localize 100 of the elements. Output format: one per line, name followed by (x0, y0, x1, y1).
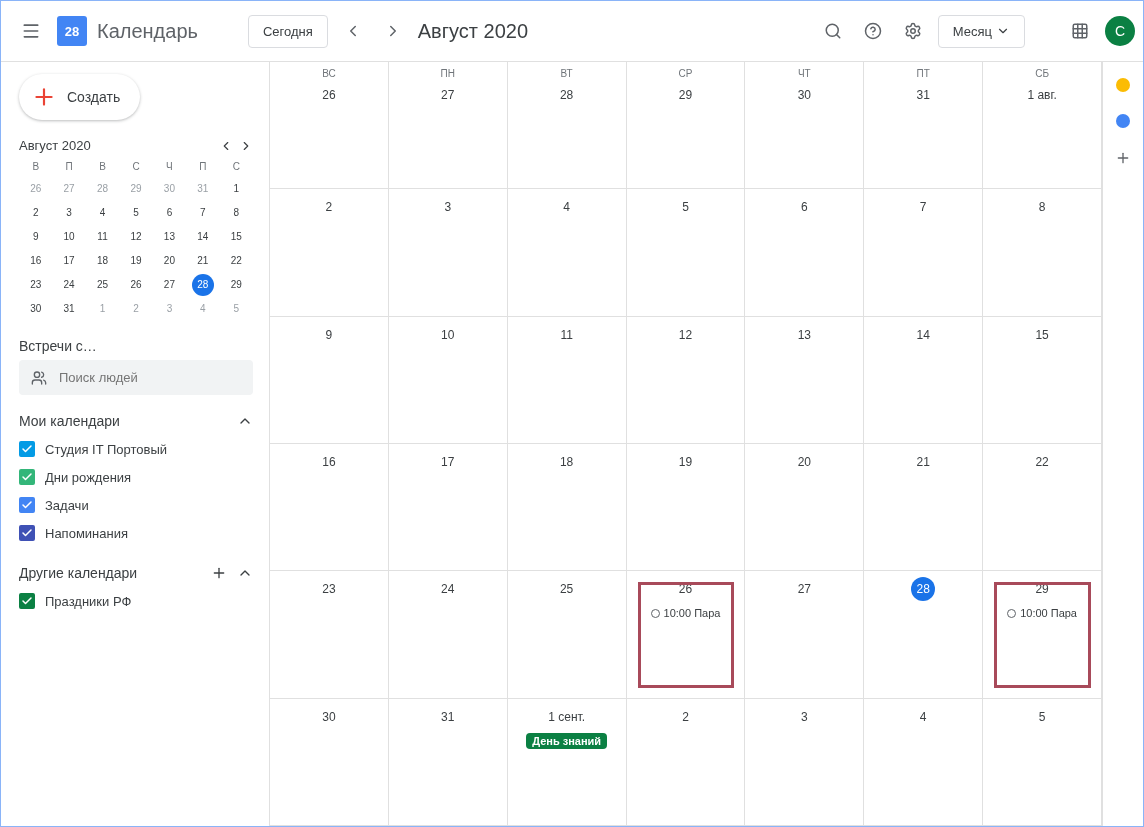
day-cell[interactable]: 7 (864, 189, 984, 317)
day-cell[interactable]: 14 (864, 316, 984, 444)
mini-calendar-day[interactable]: 4 (91, 202, 114, 224)
calendar-item[interactable]: Праздники РФ (19, 587, 253, 615)
day-number[interactable]: 6 (792, 195, 817, 220)
day-number[interactable]: 31 (435, 704, 460, 729)
day-number[interactable]: 14 (911, 322, 936, 347)
holiday-event[interactable]: День знаний (526, 732, 608, 749)
day-number[interactable]: 4 (554, 195, 579, 220)
day-cell[interactable]: 18 (507, 444, 627, 572)
day-cell[interactable]: 30 (270, 698, 389, 826)
day-number[interactable]: 8 (1030, 195, 1055, 220)
mini-calendar-day[interactable]: 25 (91, 274, 114, 296)
mini-calendar-day[interactable]: 2 (24, 202, 47, 224)
add-icon[interactable] (1115, 150, 1131, 166)
day-cell[interactable]: 2 (626, 698, 746, 826)
day-cell[interactable]: 28 (864, 571, 984, 699)
day-number[interactable]: 21 (911, 450, 936, 474)
day-number[interactable]: 3 (435, 195, 460, 220)
day-cell[interactable]: 24 (388, 571, 508, 699)
day-number[interactable]: 5 (673, 195, 698, 220)
day-cell[interactable]: 21 (864, 444, 984, 572)
mini-calendar-day[interactable]: 28 (191, 274, 214, 296)
event[interactable]: 10:00 Пара (644, 605, 727, 622)
day-number[interactable]: 5 (1030, 704, 1055, 729)
day-number[interactable]: 27 (792, 577, 817, 602)
mini-calendar-day[interactable]: 21 (191, 250, 214, 272)
day-number[interactable]: 20 (792, 450, 817, 474)
mini-calendar-day[interactable]: 22 (225, 250, 248, 272)
mini-calendar-day[interactable]: 7 (191, 202, 214, 224)
day-cell[interactable]: 5 (626, 189, 746, 317)
day-number[interactable]: 11 (554, 322, 579, 347)
mini-calendar-day[interactable]: 19 (125, 250, 147, 272)
mini-calendar-day[interactable]: 16 (24, 250, 47, 272)
day-cell[interactable]: 27 (745, 571, 865, 699)
checkbox[interactable] (19, 497, 35, 513)
checkbox[interactable] (19, 525, 35, 541)
mini-calendar-day[interactable]: 11 (91, 226, 114, 248)
day-cell[interactable]: ВС 26 (270, 62, 389, 190)
day-number[interactable]: 28 (911, 577, 936, 602)
day-number[interactable]: 1 сент. (548, 704, 586, 729)
mini-calendar-day[interactable]: 9 (24, 226, 47, 248)
calendar-item[interactable]: Напоминания (19, 519, 253, 547)
day-cell[interactable]: 12 (626, 316, 746, 444)
day-cell[interactable]: 8 (983, 189, 1102, 317)
checkbox[interactable] (19, 593, 35, 609)
day-cell[interactable]: 10 (388, 316, 508, 444)
mini-calendar-day[interactable]: 5 (125, 202, 147, 224)
day-number[interactable]: 18 (554, 450, 579, 474)
mini-calendar-day[interactable]: 27 (158, 274, 181, 296)
day-cell[interactable]: 4 (864, 698, 984, 826)
day-number[interactable]: 1 авг. (1027, 83, 1057, 107)
day-cell[interactable]: ПН 27 (388, 62, 508, 190)
day-cell[interactable]: 20 (745, 444, 865, 572)
calendar-item[interactable]: Студия IT Портовый (19, 435, 253, 463)
mini-calendar-day[interactable]: 1 (225, 178, 248, 200)
mini-calendar-day[interactable]: 26 (125, 274, 147, 296)
mini-calendar-day[interactable]: 6 (158, 202, 181, 224)
day-cell[interactable]: 1 сент. День знаний (507, 698, 627, 826)
day-cell[interactable]: 23 (270, 571, 389, 699)
day-number[interactable]: 16 (316, 450, 341, 474)
day-cell[interactable]: 3 (388, 189, 508, 317)
day-number[interactable]: 28 (554, 83, 579, 107)
day-number[interactable]: 26 (316, 83, 341, 107)
day-number[interactable]: 30 (316, 704, 341, 729)
mini-calendar-day[interactable]: 30 (24, 298, 47, 320)
day-number[interactable]: 2 (316, 195, 341, 220)
day-number[interactable]: 15 (1030, 322, 1055, 347)
day-cell[interactable]: 15 (983, 316, 1102, 444)
mini-calendar-day[interactable]: 31 (58, 298, 81, 320)
calendar-item[interactable]: Дни рождения (19, 463, 253, 491)
day-cell[interactable]: ПТ 31 (864, 62, 984, 190)
mini-calendar-day[interactable]: 23 (24, 274, 47, 296)
day-cell[interactable]: СБ 1 авг. (983, 62, 1102, 190)
day-number[interactable]: 24 (435, 577, 460, 602)
day-number[interactable]: 22 (1030, 450, 1055, 474)
day-cell[interactable]: 22 (983, 444, 1102, 572)
day-cell[interactable]: 9 (270, 316, 389, 444)
avatar[interactable]: С (1105, 16, 1135, 46)
day-cell[interactable]: ЧТ 30 (745, 62, 865, 190)
day-number[interactable]: 4 (911, 704, 936, 729)
mini-calendar-day[interactable]: 24 (58, 274, 81, 296)
mini-calendar-day[interactable]: 12 (125, 226, 147, 248)
mini-calendar-day[interactable]: 14 (191, 226, 214, 248)
day-number[interactable]: 13 (792, 322, 817, 347)
day-cell[interactable]: 13 (745, 316, 865, 444)
day-number[interactable]: 19 (673, 450, 698, 474)
view-dropdown[interactable]: Месяц (937, 14, 1025, 48)
day-cell[interactable]: 6 (745, 189, 865, 317)
day-cell[interactable]: 16 (270, 444, 389, 572)
day-number[interactable]: 29 (673, 83, 698, 107)
day-cell[interactable]: 4 (507, 189, 627, 317)
checkbox[interactable] (19, 469, 35, 485)
day-number[interactable]: 17 (435, 450, 460, 474)
event[interactable]: 10:00 Пара (1001, 605, 1083, 622)
today-button[interactable]: Сегодня (247, 14, 328, 48)
day-number[interactable]: 23 (316, 577, 341, 602)
day-cell[interactable]: СР 29 (626, 62, 746, 190)
day-number[interactable]: 2 (673, 704, 698, 729)
mini-calendar-day[interactable]: 13 (158, 226, 181, 248)
